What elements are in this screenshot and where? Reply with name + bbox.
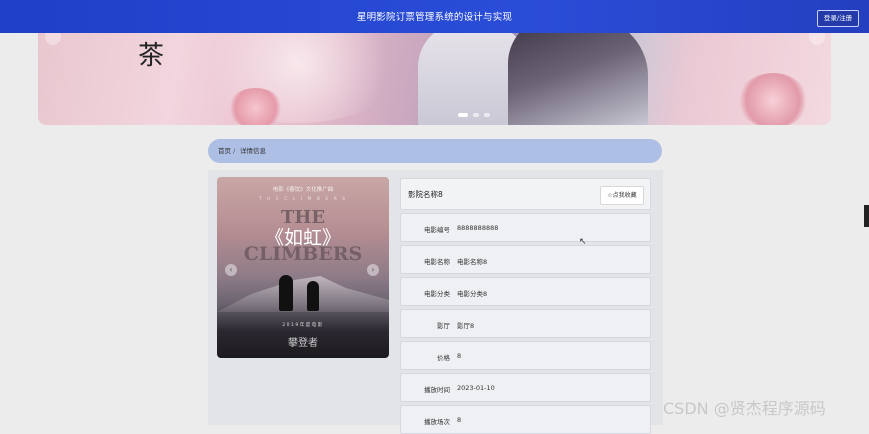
poster-prev-icon[interactable]: ‹: [225, 264, 237, 276]
favorite-button[interactable]: ☆点我收藏: [600, 186, 644, 205]
info-row: 电影编号 8888888888: [400, 213, 651, 242]
poster-person: [279, 275, 293, 311]
carousel-dot[interactable]: [484, 113, 490, 117]
field-label: 电影分类: [424, 290, 450, 298]
poster-person: [307, 281, 319, 311]
info-row: 影厅 影厅8: [400, 309, 651, 338]
field-value: 8: [457, 416, 462, 424]
info-row: 价格 8: [400, 341, 651, 370]
movie-poster: 电影《春饮》文化推广曲 T H E C L I M B E R S THE 《如…: [217, 177, 389, 358]
login-register-button[interactable]: 登录/注册: [817, 10, 859, 27]
watermark: CSDN @贤杰程序源码: [663, 399, 826, 418]
cinema-name: 影院名称8: [408, 190, 443, 199]
poster-sub-line: T H E C L I M B E R S: [258, 197, 348, 202]
field-value: 8888888888: [457, 224, 499, 232]
info-row: 电影名称 电影名称8: [400, 245, 651, 274]
field-label: 电影名称: [424, 258, 450, 266]
poster-next-icon[interactable]: ›: [367, 264, 379, 276]
top-header: 星明影院订票管理系统的设计与实现 登录/注册: [0, 0, 869, 33]
poster-footer: 攀登者: [288, 338, 318, 349]
poster-title-en-2: CLIMBERS: [243, 243, 363, 265]
info-row: 播放时间 2023-01-10: [400, 373, 651, 402]
poster-mountain: [217, 276, 389, 312]
banner-flower: [228, 88, 283, 125]
field-label: 影厅: [437, 322, 450, 330]
info-header: 影院名称8 ☆点我收藏: [400, 178, 651, 210]
info-row: 播放场次 8: [400, 405, 651, 434]
breadcrumb-separator: /: [233, 147, 236, 155]
field-label: 价格: [437, 354, 450, 362]
breadcrumb: 首页 / 详情信息: [208, 139, 662, 163]
banner-figure: [508, 33, 648, 125]
field-label: 电影编号: [424, 226, 450, 234]
side-scroll-tab[interactable]: [864, 205, 869, 227]
field-value: 8: [457, 352, 462, 360]
banner-decoration: [188, 33, 408, 123]
field-value: 电影分类8: [457, 290, 488, 298]
breadcrumb-current: 详情信息: [240, 147, 266, 155]
carousel-indicators: [458, 113, 490, 117]
poster-top-line: 电影《春饮》文化推广曲: [272, 187, 334, 193]
carousel-dot[interactable]: [458, 113, 468, 117]
banner-flower: [738, 73, 808, 125]
banner-calligraphy: 茶: [138, 41, 165, 71]
field-label: 播放时间: [424, 386, 450, 394]
site-title: 星明影院订票管理系统的设计与实现: [356, 12, 513, 23]
carousel-dot[interactable]: [473, 113, 479, 117]
info-row: 电影分类 电影分类8: [400, 277, 651, 306]
banner-carousel[interactable]: 茶: [38, 33, 831, 125]
field-value: 影厅8: [457, 322, 475, 330]
field-value: 电影名称8: [457, 258, 488, 266]
breadcrumb-home-link[interactable]: 首页: [218, 139, 231, 163]
field-value: 2023-01-10: [457, 384, 495, 392]
mouse-cursor-icon: ↖: [579, 237, 587, 247]
poster-bottom-line: 2019年度电影: [282, 323, 324, 328]
